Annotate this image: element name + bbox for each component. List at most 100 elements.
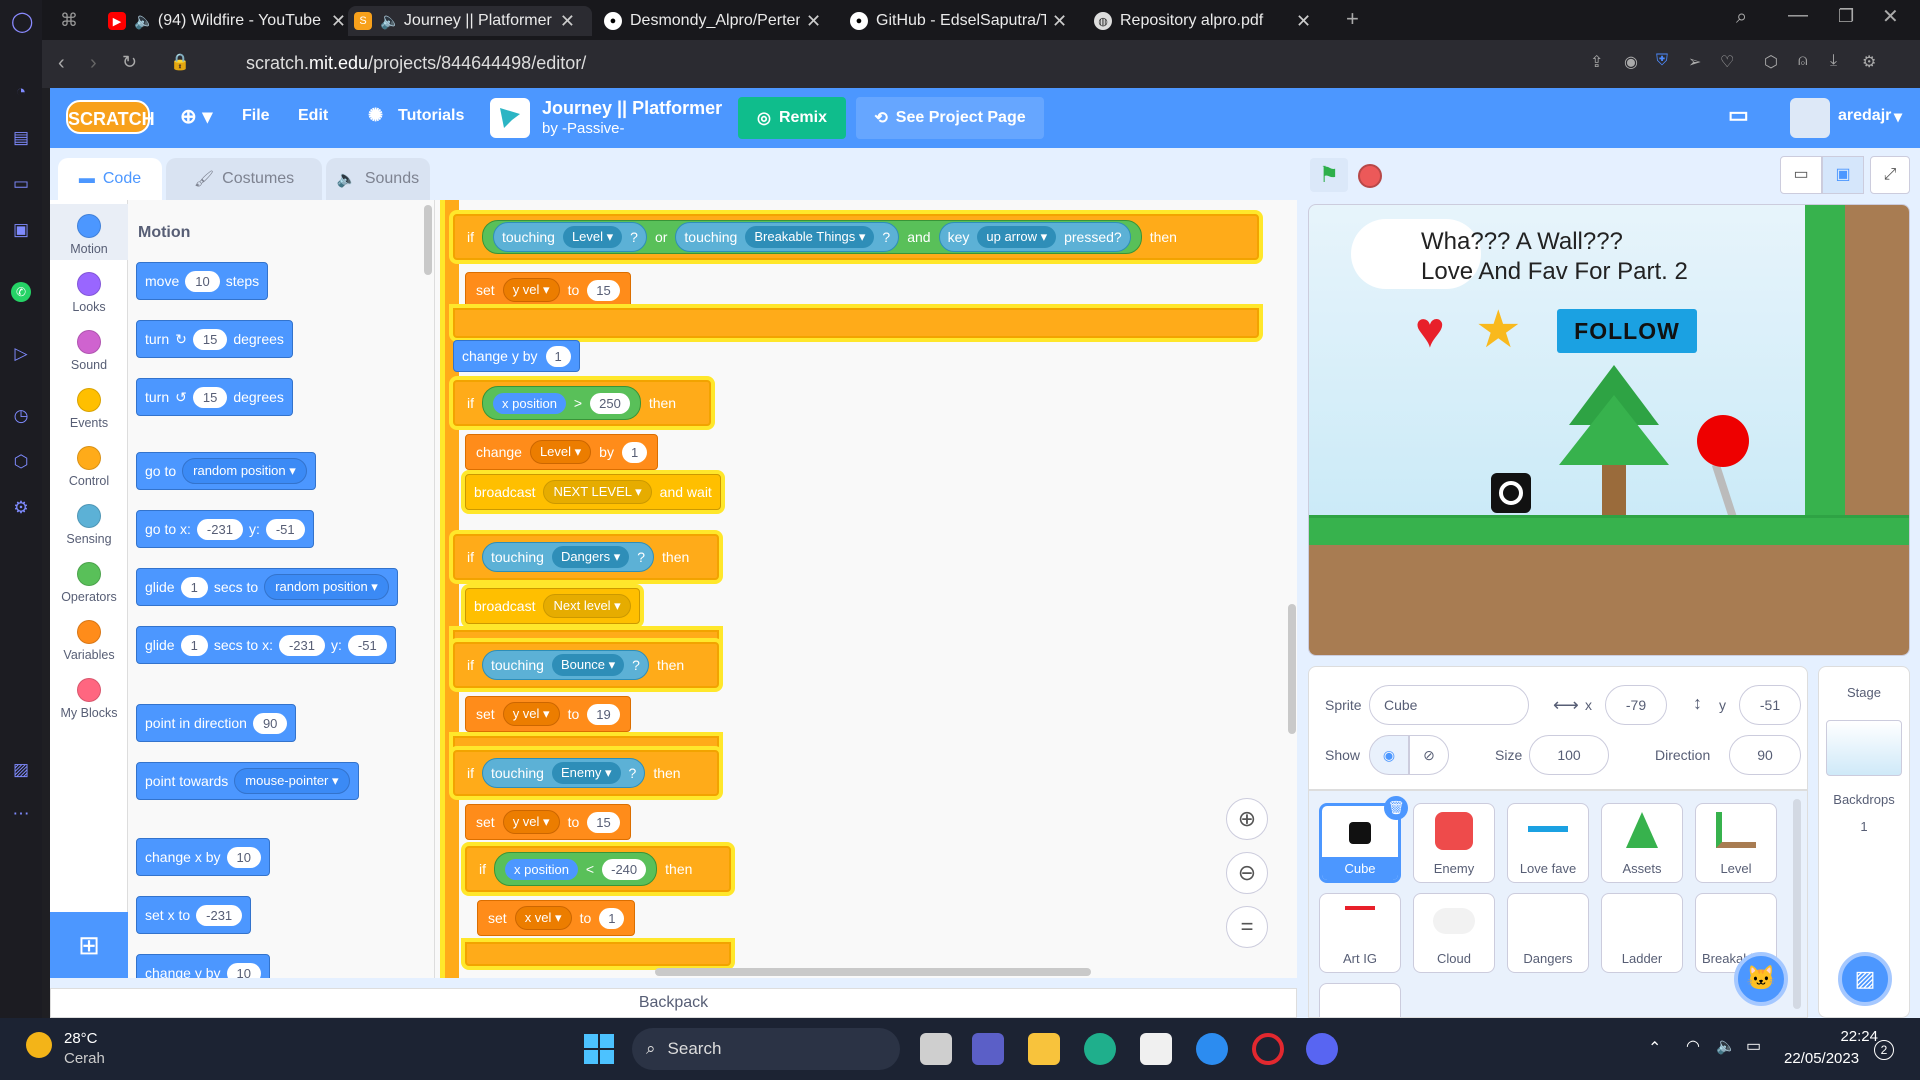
- edge-icon[interactable]: [1084, 1033, 1116, 1065]
- twitch-icon[interactable]: ▭: [11, 174, 31, 194]
- tab-github-1[interactable]: ● Desmondy_Alpro/Pertemuan ✕: [598, 6, 838, 36]
- block-input[interactable]: -231: [278, 634, 325, 656]
- tab-scratch[interactable]: S 🔈 Journey || Platformer on Scratch ✕: [348, 6, 592, 36]
- volume-icon[interactable]: 🔈: [1716, 1036, 1736, 1056]
- block-dropdown[interactable]: Bounce ▾: [551, 654, 625, 676]
- if-block[interactable]: if x position < -240 then: [465, 846, 731, 892]
- backpack-bar[interactable]: Backpack: [50, 988, 1297, 1018]
- workspace-horizontal-scrollbar[interactable]: [655, 968, 1091, 976]
- player-icon[interactable]: ▷: [11, 344, 31, 364]
- or-operator-block[interactable]: touching Level ▾? or touching Breakable Th…: [482, 220, 1142, 254]
- tray-chevron-icon[interactable]: ⌃: [1648, 1038, 1661, 1058]
- gamepad-icon[interactable]: ⌘: [60, 10, 78, 31]
- category-looks[interactable]: Looks: [50, 262, 128, 318]
- block-input[interactable]: 15: [192, 328, 228, 350]
- block-move-steps[interactable]: move 10 steps: [136, 262, 269, 300]
- back-icon[interactable]: ‹: [58, 52, 65, 75]
- sprite-tile-art-ig[interactable]: Art IG: [1319, 893, 1401, 973]
- add-sprite-cat-icon[interactable]: 🐱: [1734, 952, 1788, 1006]
- search-tabs-icon[interactable]: ⌕: [1736, 6, 1747, 29]
- block-turn-left[interactable]: turn ↺ 15 degrees: [136, 378, 293, 416]
- restore-icon[interactable]: ❐: [1838, 6, 1854, 27]
- file-menu[interactable]: File: [242, 107, 270, 125]
- block-dropdown[interactable]: Level ▾: [562, 226, 623, 248]
- block-dropdown[interactable]: Next level ▾: [543, 594, 631, 618]
- broadcast-block[interactable]: broadcast Next level ▾: [465, 588, 640, 624]
- block-input[interactable]: -240: [602, 858, 647, 880]
- opera-logo-icon[interactable]: ◯: [11, 12, 33, 32]
- x-position-reporter[interactable]: x position: [493, 392, 566, 414]
- block-input[interactable]: 15: [192, 386, 228, 408]
- broadcast-and-wait-block[interactable]: broadcast NEXT LEVEL ▾ and wait: [465, 474, 721, 510]
- tutorials-menu[interactable]: Tutorials: [398, 107, 464, 125]
- username[interactable]: aredajr: [1838, 107, 1891, 125]
- stop-icon[interactable]: [1358, 164, 1382, 188]
- block-dropdown[interactable]: Dangers ▾: [551, 546, 630, 568]
- size-input[interactable]: 100: [1529, 735, 1609, 775]
- block-change-y[interactable]: change y by 10: [136, 954, 270, 978]
- category-variables[interactable]: Variables: [50, 610, 128, 666]
- block-input[interactable]: 1: [545, 345, 571, 367]
- block-dropdown[interactable]: y vel ▾: [502, 810, 560, 834]
- x-input[interactable]: -79: [1605, 685, 1667, 725]
- language-globe-icon[interactable]: ⊕ ▾: [180, 104, 212, 129]
- sprite-list-scrollbar[interactable]: [1793, 799, 1801, 1009]
- small-stage-icon[interactable]: ▭: [1780, 156, 1822, 194]
- block-dropdown[interactable]: random position ▾: [264, 574, 389, 600]
- clock-time[interactable]: 22:24: [1802, 1028, 1878, 1045]
- delete-sprite-icon[interactable]: 🗑: [1384, 796, 1408, 820]
- download-icon[interactable]: ⤓: [1830, 52, 1837, 70]
- fullscreen-icon[interactable]: ⤢: [1870, 156, 1910, 194]
- block-input[interactable]: -231: [196, 904, 243, 926]
- if-block[interactable]: if touching Dangers ▾? then: [453, 534, 719, 580]
- block-input[interactable]: 1: [180, 576, 208, 598]
- sprite-name-input[interactable]: Cube: [1369, 685, 1529, 725]
- stage-canvas[interactable]: Wha??? A Wall??? Love And Fav For Part. …: [1308, 204, 1910, 656]
- battery-icon[interactable]: ▭: [1746, 1036, 1761, 1056]
- camera-icon[interactable]: ◉: [1624, 52, 1638, 72]
- block-input[interactable]: 1: [599, 907, 625, 929]
- weather-status[interactable]: Cerah: [64, 1050, 105, 1067]
- user-caret-icon[interactable]: ▾: [1894, 107, 1902, 127]
- close-tab-icon[interactable]: ✕: [331, 11, 346, 32]
- set-variable-block[interactable]: set x vel ▾ to 1: [477, 900, 636, 936]
- zoom-out-icon[interactable]: ⊖: [1226, 852, 1268, 894]
- weather-temp[interactable]: 28°C: [64, 1030, 98, 1047]
- store-icon[interactable]: [1140, 1033, 1172, 1065]
- if-block[interactable]: if x position >250 then: [453, 380, 711, 426]
- edit-menu[interactable]: Edit: [298, 107, 328, 125]
- show-hidden-eye-icon[interactable]: ⊘: [1409, 735, 1449, 775]
- y-input[interactable]: -51: [1739, 685, 1801, 725]
- share-icon[interactable]: ⇪: [1590, 52, 1603, 72]
- more-icon[interactable]: ⋯: [11, 804, 31, 824]
- close-tab-icon[interactable]: ✕: [1052, 11, 1067, 32]
- block-dropdown[interactable]: up arrow ▾: [977, 226, 1057, 248]
- direction-input[interactable]: 90: [1729, 735, 1801, 775]
- reload-icon[interactable]: ↻: [122, 52, 137, 73]
- taskbar-search[interactable]: ⌕ Search: [632, 1028, 900, 1070]
- weather-moon-icon[interactable]: [26, 1032, 52, 1058]
- touching-block[interactable]: touching Bounce ▾?: [482, 650, 649, 680]
- add-backdrop-icon[interactable]: ▨: [1838, 952, 1892, 1006]
- settings-gear-icon[interactable]: ⚙: [11, 498, 31, 518]
- category-my-blocks[interactable]: My Blocks: [50, 668, 128, 724]
- change-variable-block[interactable]: change Level ▾ by 1: [465, 434, 659, 470]
- sprite-tile-level[interactable]: Level: [1695, 803, 1777, 883]
- sprite-tile-ladder[interactable]: Ladder: [1601, 893, 1683, 973]
- block-input[interactable]: 1: [180, 634, 208, 656]
- task-view-icon[interactable]: [920, 1033, 952, 1065]
- tab-code[interactable]: ▬ Code: [58, 158, 162, 200]
- url-field[interactable]: scratch.mit.edu/projects/844644498/edito…: [246, 53, 586, 74]
- category-motion[interactable]: Motion: [50, 204, 128, 260]
- project-author[interactable]: by -Passive-: [542, 120, 625, 137]
- block-dropdown[interactable]: Level ▾: [529, 440, 592, 464]
- touching-block[interactable]: touching Dangers ▾?: [482, 542, 655, 572]
- teams-icon[interactable]: [972, 1033, 1004, 1065]
- scratch-logo[interactable]: SCRATCH: [66, 100, 155, 134]
- remix-button[interactable]: ◎ Remix: [738, 97, 846, 139]
- block-input[interactable]: -51: [347, 634, 387, 656]
- set-variable-block[interactable]: set y vel ▾ to 15: [465, 804, 631, 840]
- new-tab-icon[interactable]: +: [1346, 6, 1359, 32]
- block-input[interactable]: 10: [226, 962, 261, 978]
- wifi-icon[interactable]: ◠: [1686, 1036, 1700, 1056]
